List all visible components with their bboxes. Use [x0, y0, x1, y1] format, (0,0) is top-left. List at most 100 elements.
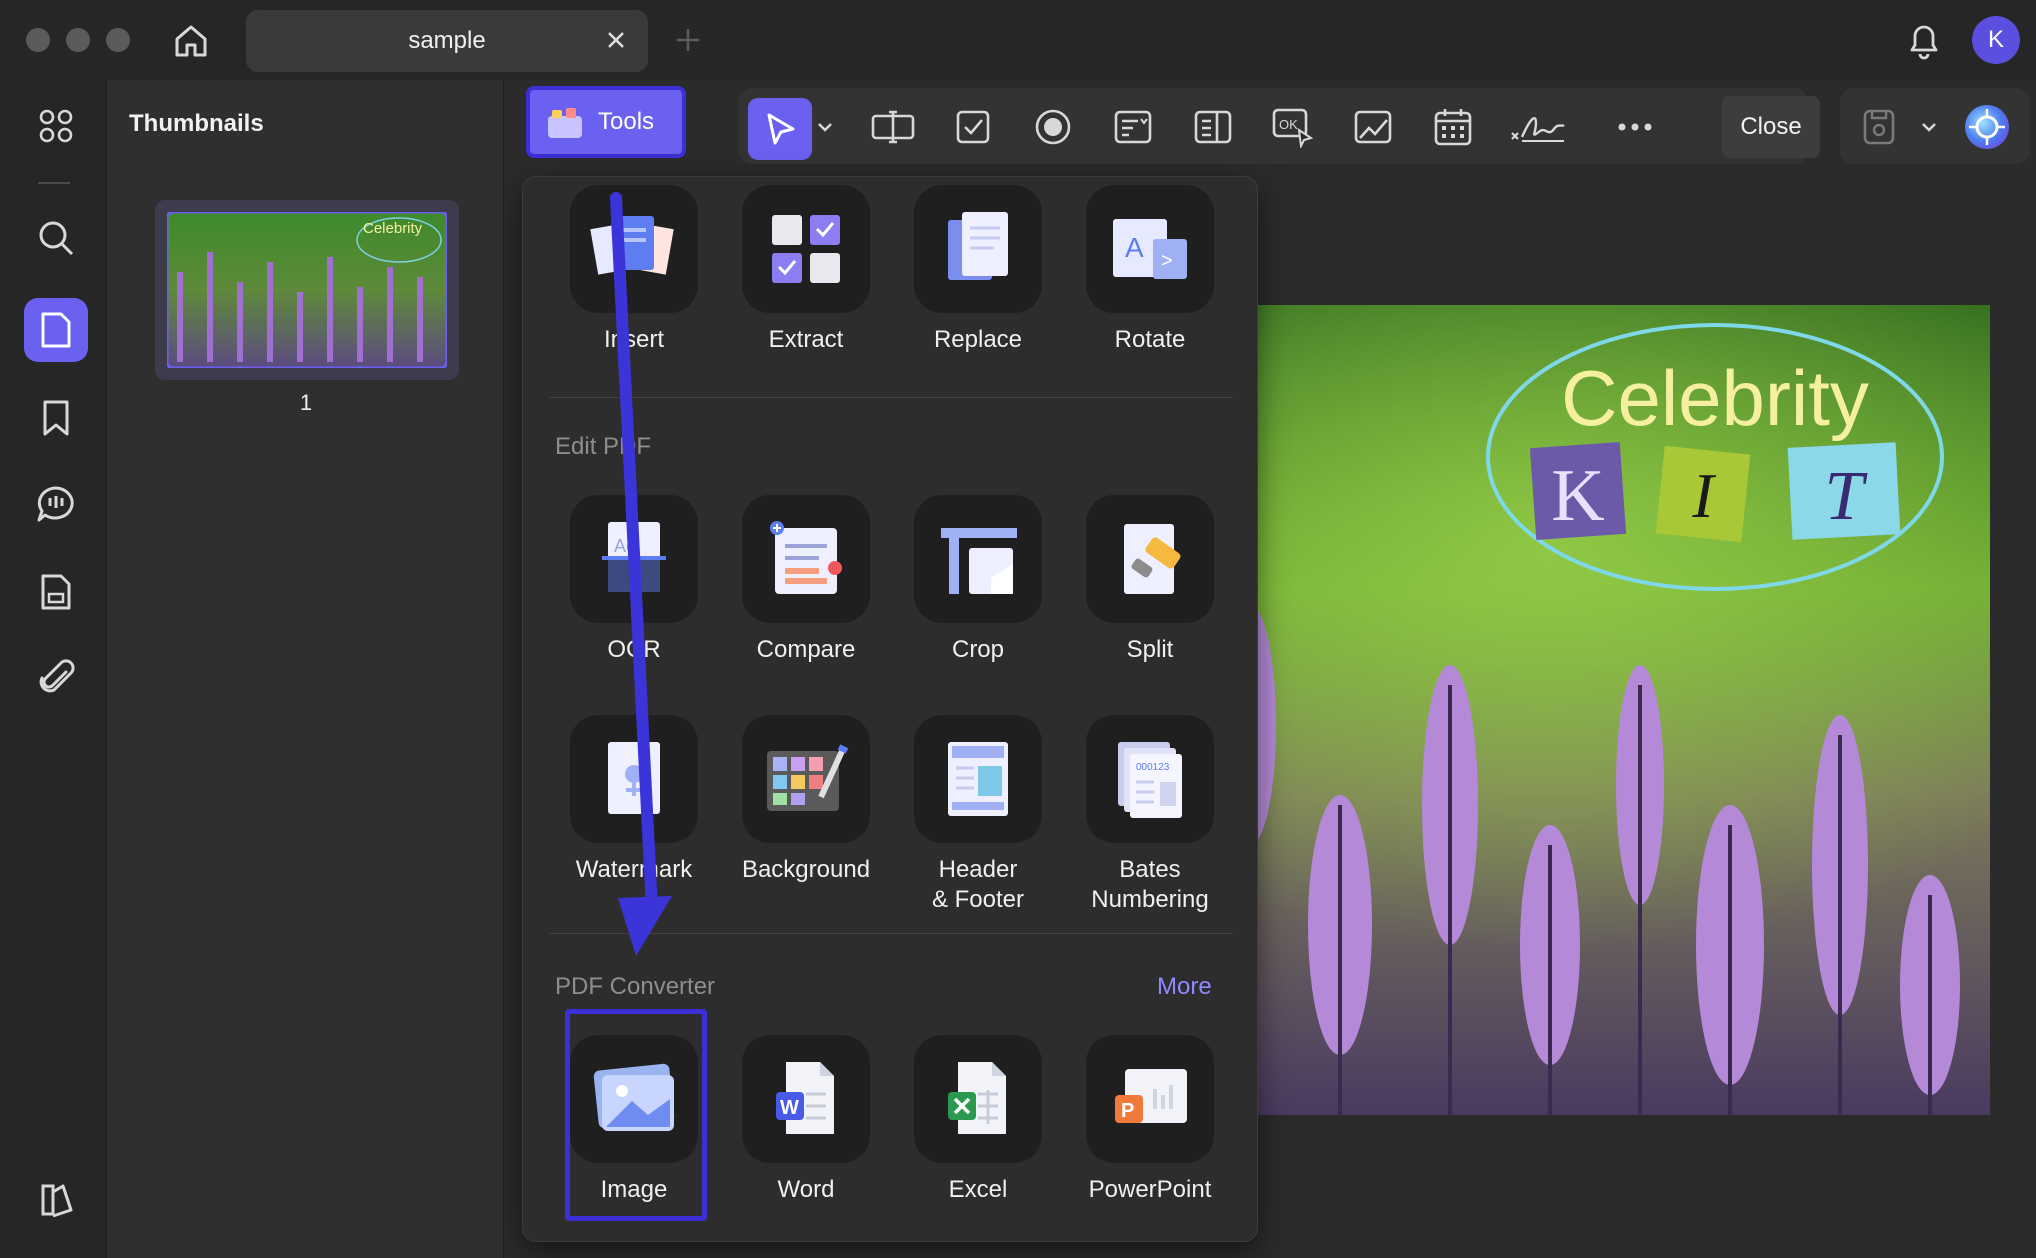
convert-powerpoint-tool[interactable]: P PowerPoint: [1065, 1035, 1235, 1205]
excel-icon: [914, 1035, 1042, 1163]
tool-label: Replace: [933, 326, 1023, 353]
left-rail: [0, 80, 106, 1258]
compare-tool[interactable]: Compare: [721, 495, 891, 665]
watermark-icon: [570, 715, 698, 843]
tool-label: Compare: [756, 636, 856, 663]
tool-label: Insert: [603, 326, 665, 353]
window-zoom-dot[interactable]: [106, 28, 130, 52]
powerpoint-icon: P: [1086, 1035, 1214, 1163]
section-divider: [549, 397, 1233, 398]
annotation-tool-group: OK Close: [738, 88, 1820, 164]
rotate-icon: A >: [1086, 185, 1214, 313]
close-icon[interactable]: [600, 24, 632, 56]
ai-assistant-icon[interactable]: [1962, 102, 2012, 152]
close-button[interactable]: Close: [1722, 96, 1820, 158]
ocr-tool[interactable]: Ac OCR: [549, 495, 719, 665]
crop-icon: [914, 495, 1042, 623]
svg-text:000123: 000123: [1136, 762, 1170, 773]
plus-icon[interactable]: [670, 20, 706, 60]
background-tool[interactable]: Background: [721, 715, 891, 885]
tools-dropdown: Insert Extract Replace A > Rotate Edit PD…: [522, 176, 1258, 1242]
page-number: 1: [299, 390, 313, 415]
replace-tool[interactable]: Replace: [893, 185, 1063, 355]
title-bar: sample K: [0, 0, 2036, 80]
tool-label: Rotate: [1114, 326, 1186, 353]
watermark-tool[interactable]: Watermark: [549, 715, 719, 885]
header-footer-tool[interactable]: Header & Footer: [893, 715, 1063, 915]
tool-label: Background: [741, 856, 871, 883]
chevron-down-icon[interactable]: [1916, 102, 1942, 152]
convert-word-tool[interactable]: W Word: [721, 1035, 891, 1205]
bookmark-icon[interactable]: [24, 386, 88, 450]
attachment-icon[interactable]: [24, 646, 88, 710]
save-icon[interactable]: [1854, 102, 1904, 152]
window-minimize-dot[interactable]: [66, 28, 90, 52]
svg-text:OK: OK: [1279, 117, 1298, 132]
letter-i: I: [1691, 460, 1716, 531]
toolbox-icon: [548, 108, 582, 138]
svg-text:Ac: Ac: [614, 536, 635, 556]
chevron-down-icon[interactable]: [810, 102, 840, 152]
ok-button-icon[interactable]: OK: [1268, 102, 1318, 152]
split-tool[interactable]: Split: [1065, 495, 1235, 665]
right-tool-group: [1840, 88, 2030, 164]
compare-icon: [742, 495, 870, 623]
theme-icon[interactable]: [24, 1168, 88, 1232]
tool-label: PowerPoint: [1088, 1176, 1212, 1203]
document-icon[interactable]: [24, 560, 88, 624]
svg-text:>: >: [1161, 250, 1173, 272]
home-icon[interactable]: [168, 18, 214, 64]
tool-label: OCR: [607, 636, 661, 663]
signature-icon[interactable]: [1508, 102, 1568, 152]
text-field-icon[interactable]: [868, 102, 918, 152]
more-icon[interactable]: [1610, 102, 1660, 152]
header-footer-icon: [914, 715, 1042, 843]
comment-icon[interactable]: [24, 472, 88, 536]
search-icon[interactable]: [24, 206, 88, 270]
extract-icon: [742, 185, 870, 313]
calendar-icon[interactable]: [1428, 102, 1478, 152]
thumbnail-caption: Celebrity: [363, 220, 423, 237]
tool-label: Excel: [948, 1176, 1008, 1203]
section-divider: [549, 933, 1233, 934]
edit-pdf-section-title: Edit PDF: [555, 433, 652, 460]
replace-icon: [914, 185, 1042, 313]
extract-tool[interactable]: Extract: [721, 185, 891, 355]
tools-label: Tools: [598, 108, 655, 135]
more-link[interactable]: More: [1157, 973, 1212, 1001]
document-tab[interactable]: sample: [246, 10, 648, 72]
thumbnails-panel: Thumbnails Celebrity 1: [106, 80, 504, 1258]
tool-label: Extract: [768, 326, 844, 353]
select-arrow-icon[interactable]: [748, 98, 812, 160]
checkbox-icon[interactable]: [948, 102, 998, 152]
bates-numbering-tool[interactable]: 000123 Bates Numbering: [1065, 715, 1235, 915]
insert-tool[interactable]: Insert: [549, 185, 719, 355]
page-thumbnail[interactable]: Celebrity: [155, 200, 459, 380]
tool-label: Watermark: [575, 856, 693, 883]
bell-icon[interactable]: [1900, 16, 1948, 64]
word-icon: W: [742, 1035, 870, 1163]
window-close-dot[interactable]: [26, 28, 50, 52]
radio-button-icon[interactable]: [1028, 102, 1078, 152]
image-tool-highlight: [565, 1009, 707, 1221]
combo-box-icon[interactable]: [1108, 102, 1158, 152]
insert-icon: [570, 185, 698, 313]
image-field-icon[interactable]: [1348, 102, 1398, 152]
page-icon[interactable]: [24, 298, 88, 362]
convert-excel-tool[interactable]: Excel: [893, 1035, 1063, 1205]
rotate-tool[interactable]: A > Rotate: [1065, 185, 1235, 355]
crop-tool[interactable]: Crop: [893, 495, 1063, 665]
svg-text:A: A: [1125, 232, 1144, 263]
avatar[interactable]: K: [1972, 16, 2020, 64]
main-toolbar: Tools OK Close: [520, 80, 2036, 176]
tool-label: Word: [777, 1176, 835, 1203]
svg-text:P: P: [1121, 1100, 1134, 1122]
tools-button[interactable]: Tools: [526, 86, 686, 158]
bates-numbering-icon: 000123: [1086, 715, 1214, 843]
tab-title: sample: [408, 27, 486, 54]
background-icon: [742, 715, 870, 843]
tool-label: Bates Numbering: [1091, 856, 1209, 913]
svg-text:W: W: [780, 1097, 799, 1119]
list-box-icon[interactable]: [1188, 102, 1238, 152]
grid-icon[interactable]: [24, 94, 88, 158]
